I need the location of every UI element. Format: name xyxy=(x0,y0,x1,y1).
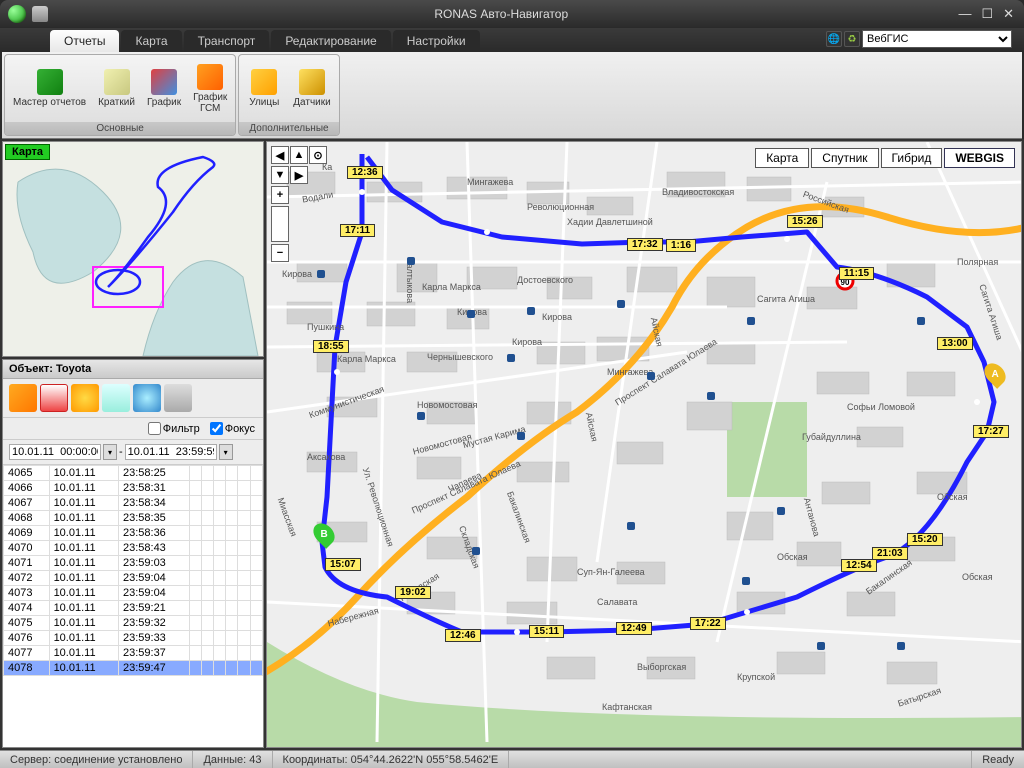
poi-icon xyxy=(897,642,905,650)
date-from-dd[interactable]: ▾ xyxy=(103,444,117,460)
globe-icon[interactable]: 🌐 xyxy=(826,31,842,47)
zoom-out-button[interactable]: − xyxy=(271,244,289,262)
alert-icon[interactable] xyxy=(71,384,99,412)
track-grid[interactable]: 406510.01.1123:58:25406610.01.1123:58:31… xyxy=(3,465,263,747)
map-type-bar: КартаСпутникГибридWEBGIS xyxy=(755,148,1015,168)
list-icon[interactable] xyxy=(164,384,192,412)
calendar-icon[interactable] xyxy=(40,384,68,412)
poi-icon xyxy=(817,642,825,650)
pan-left-button[interactable]: ◀ xyxy=(271,146,289,164)
table-row[interactable]: 407810.01.1123:59:47 xyxy=(4,661,263,676)
status-ready: Ready xyxy=(971,751,1024,768)
pan-up-button[interactable]: ▲ xyxy=(290,146,308,164)
ribbon-График[interactable]: График ГСМ xyxy=(187,62,233,116)
map-type-Карта[interactable]: Карта xyxy=(755,148,809,168)
poi-icon xyxy=(917,317,925,325)
table-row[interactable]: 406910.01.1123:58:36 xyxy=(4,526,263,541)
pan-down-button[interactable]: ▼ xyxy=(271,166,289,184)
poi-icon xyxy=(927,537,935,545)
poi-icon xyxy=(647,372,655,380)
db-icon[interactable] xyxy=(32,6,48,22)
table-row[interactable]: 407210.01.1123:59:04 xyxy=(4,571,263,586)
table-row[interactable]: 407510.01.1123:59:32 xyxy=(4,616,263,631)
zoom-slider[interactable] xyxy=(271,206,289,242)
tab-Отчеты[interactable]: Отчеты xyxy=(50,30,119,52)
close-button[interactable]: ✕ xyxy=(1003,6,1014,22)
table-row[interactable]: 407010.01.1123:58:43 xyxy=(4,541,263,556)
object-panel: Объект: Toyota Фильтр Фокус ▾ - ▾ xyxy=(2,359,264,748)
poi-icon xyxy=(472,547,480,555)
poi-icon xyxy=(777,507,785,515)
ribbon-Краткий[interactable]: Краткий xyxy=(92,67,141,110)
filter-checkbox[interactable]: Фильтр xyxy=(148,422,200,435)
table-row[interactable]: 406610.01.1123:58:31 xyxy=(4,481,263,496)
table-row[interactable]: 407610.01.1123:59:33 xyxy=(4,631,263,646)
minimap-label: Карта xyxy=(5,144,50,160)
app-orb-icon[interactable] xyxy=(8,5,26,23)
date-from-input[interactable] xyxy=(9,444,101,460)
refresh-icon[interactable]: ♻ xyxy=(844,31,860,47)
webgis-dropdown[interactable]: ВебГИС xyxy=(862,30,1012,48)
poi-icon xyxy=(747,317,755,325)
object-header: Объект: Toyota xyxy=(3,360,263,379)
clock-icon[interactable] xyxy=(133,384,161,412)
status-coords: Координаты: 054°44.2622'N 055°58.5462'E xyxy=(273,751,510,768)
status-data: Данные: 43 xyxy=(193,751,272,768)
minimap[interactable]: Карта xyxy=(2,141,264,357)
poi-icon xyxy=(707,392,715,400)
svg-text:90: 90 xyxy=(841,278,850,287)
poi-icon xyxy=(517,432,525,440)
poi-icon xyxy=(407,257,415,265)
note-icon[interactable] xyxy=(102,384,130,412)
map-zoom-controls: ◀ ▲ ⊙ ▼ ▶ + − xyxy=(271,146,327,262)
map-type-WEBGIS[interactable]: WEBGIS xyxy=(944,148,1015,168)
maximize-button[interactable]: ☐ xyxy=(981,6,993,22)
pan-home-button[interactable]: ⊙ xyxy=(309,146,327,164)
poi-icon xyxy=(742,577,750,585)
poi-icon xyxy=(317,270,325,278)
filter-cb[interactable] xyxy=(148,422,161,435)
poi-icon xyxy=(467,310,475,318)
ribbon-Мастер отчетов[interactable]: Мастер отчетов xyxy=(7,67,92,110)
date-to-dd[interactable]: ▾ xyxy=(219,444,233,460)
map-type-Гибрид[interactable]: Гибрид xyxy=(881,148,943,168)
poi-icon xyxy=(507,354,515,362)
poi-icon xyxy=(527,307,535,315)
ribbon-Датчики[interactable]: Датчики xyxy=(287,67,336,110)
table-row[interactable]: 407710.01.1123:59:37 xyxy=(4,646,263,661)
table-row[interactable]: 407310.01.1123:59:04 xyxy=(4,586,263,601)
tab-Карта[interactable]: Карта xyxy=(121,30,181,52)
map-type-Спутник[interactable]: Спутник xyxy=(811,148,878,168)
vehicle-icon[interactable] xyxy=(9,384,37,412)
table-row[interactable]: 406810.01.1123:58:35 xyxy=(4,511,263,526)
ribbon-График[interactable]: График xyxy=(141,67,187,110)
table-row[interactable]: 406510.01.1123:58:25 xyxy=(4,466,263,481)
status-server: Сервер: соединение установлено xyxy=(0,751,193,768)
table-row[interactable]: 406710.01.1123:58:34 xyxy=(4,496,263,511)
ribbon-Улицы[interactable]: Улицы xyxy=(241,67,287,110)
focus-cb[interactable] xyxy=(210,422,223,435)
minimize-button[interactable]: — xyxy=(958,6,971,22)
window-title: RONAS Авто-Навигатор xyxy=(54,7,948,21)
pan-right-button[interactable]: ▶ xyxy=(290,166,308,184)
zoom-in-button[interactable]: + xyxy=(271,186,289,204)
titlebar: RONAS Авто-Навигатор — ☐ ✕ xyxy=(0,0,1024,28)
statusbar: Сервер: соединение установлено Данные: 4… xyxy=(0,750,1024,768)
menu-tabstrip: ОтчетыКартаТранспортРедактированиеНастро… xyxy=(0,28,1024,52)
tab-Настройки[interactable]: Настройки xyxy=(393,30,480,52)
tab-Транспорт[interactable]: Транспорт xyxy=(184,30,270,52)
main-map[interactable]: 90 ◀ ▲ ⊙ ▼ ▶ + − КартаСпутникГибридWEBGI… xyxy=(266,141,1022,748)
table-row[interactable]: 407110.01.1123:59:03 xyxy=(4,556,263,571)
poi-icon xyxy=(627,522,635,530)
ribbon: Мастер отчетовКраткийГрафикГрафик ГСМОсн… xyxy=(2,52,1022,139)
table-row[interactable]: 407410.01.1123:59:21 xyxy=(4,601,263,616)
date-to-input[interactable] xyxy=(125,444,217,460)
focus-checkbox[interactable]: Фокус xyxy=(210,422,255,435)
poi-icon xyxy=(417,412,425,420)
poi-icon xyxy=(617,300,625,308)
tab-Редактирование[interactable]: Редактирование xyxy=(271,30,390,52)
